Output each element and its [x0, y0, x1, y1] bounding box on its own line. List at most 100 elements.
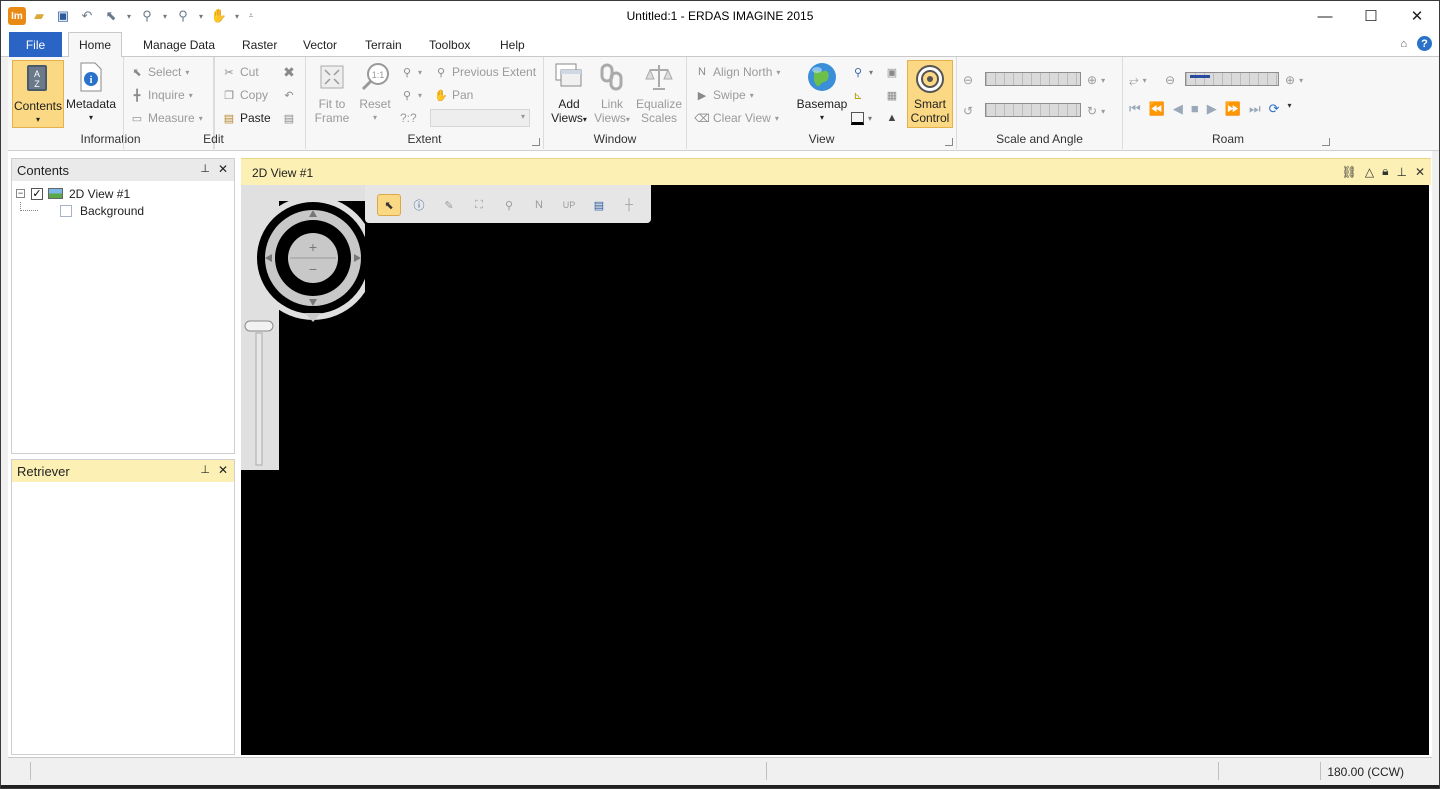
zoom-tool-button[interactable]: ⚲ ▾: [851, 62, 873, 82]
link-icon[interactable]: ⛓: [1342, 165, 1357, 179]
add-point-icon[interactable]: ┼: [617, 194, 641, 216]
contents-button[interactable]: AZ Contents ▾: [12, 60, 64, 128]
tab-terrain[interactable]: Terrain: [355, 32, 412, 57]
link-views-button[interactable]: Link Views▾: [592, 61, 632, 127]
group-label: Window: [593, 132, 637, 146]
magnifier-icon: ⚲: [853, 66, 863, 79]
grid-overlay-button[interactable]: ▦: [885, 85, 899, 105]
paste-button[interactable]: ▤ Paste: [222, 108, 271, 128]
collapse-icon[interactable]: −: [16, 189, 25, 198]
fit-frame-icon[interactable]: ⛶: [467, 194, 491, 216]
basemap-button[interactable]: Basemap ▾: [795, 61, 849, 125]
chevron-down-icon[interactable]: ▾: [1288, 101, 1292, 117]
close-icon[interactable]: ✕: [218, 162, 228, 176]
metadata-button[interactable]: i Metadata ▾: [66, 61, 116, 125]
north-up-icon[interactable]: N: [527, 194, 551, 216]
cut-button[interactable]: ✂ Cut: [222, 62, 258, 82]
previous-extent-label: Previous Extent: [452, 65, 537, 79]
canvas-toolbar: ⬉ ⓘ ✎ ⛶ ⚲ N UP ▤ ┼: [365, 185, 651, 223]
close-icon[interactable]: ✕: [218, 463, 228, 477]
add-views-button[interactable]: Add Views▾: [548, 61, 590, 127]
roam-speed-reset-icon[interactable]: ⊖: [1165, 70, 1175, 90]
clear-view-button[interactable]: ⌫ Clear View ▾: [694, 108, 779, 128]
pin-icon[interactable]: ⊥: [200, 463, 210, 476]
tab-toolbox[interactable]: Toolbox: [419, 32, 480, 57]
tab-manage-data[interactable]: Manage Data: [133, 32, 225, 57]
pan-button[interactable]: ✋ Pan: [434, 85, 473, 105]
skip-start-icon[interactable]: ⏮: [1129, 101, 1141, 117]
rotate-reset-icon[interactable]: ↺: [963, 101, 973, 121]
swipe-button[interactable]: ▶ Swipe ▾: [695, 85, 754, 105]
tree-item-2d-view[interactable]: − ✓ 2D View #1: [16, 185, 144, 202]
play-icon[interactable]: ▶: [1207, 101, 1217, 117]
contents-icon: AZ: [22, 63, 54, 95]
background-checkbox[interactable]: [60, 204, 72, 217]
background-color-button[interactable]: ▾: [851, 108, 872, 128]
zoom-icon[interactable]: ⚲: [497, 194, 521, 216]
angle-slider[interactable]: [985, 103, 1081, 117]
scale-options-icon[interactable]: ⊕ ▾: [1087, 70, 1105, 90]
rotate-options-icon[interactable]: ↻ ▾: [1087, 101, 1105, 121]
pin-icon[interactable]: ⊥: [1396, 165, 1406, 179]
copy-button[interactable]: ❐ Copy: [222, 85, 268, 105]
smart-control-label-2: Control: [910, 111, 950, 125]
delete-button[interactable]: ✖: [282, 62, 296, 82]
fit-to-frame-button[interactable]: Fit to Frame: [312, 61, 352, 125]
smart-control-button[interactable]: Smart Control: [907, 60, 953, 128]
view-checkbox[interactable]: ✓: [31, 187, 43, 200]
stop-icon[interactable]: ■: [1191, 101, 1199, 117]
help-icon[interactable]: ?: [1417, 36, 1432, 51]
up-orient-icon[interactable]: UP: [557, 194, 581, 216]
clipboard-icon: ▤: [283, 112, 295, 125]
minimize-button[interactable]: —: [1302, 0, 1348, 32]
scale-slider[interactable]: [985, 72, 1081, 86]
inquire-cursor-icon[interactable]: ✎: [437, 194, 461, 216]
map-canvas[interactable]: + − ⬉ ⓘ ✎ ⛶ ⚲ N UP ▤ ┼: [241, 185, 1429, 755]
measure-button[interactable]: ▭ Measure ▾: [130, 108, 203, 128]
maximize-button[interactable]: ☐: [1348, 0, 1394, 32]
equalize-scales-button[interactable]: Equalize Scales: [634, 61, 684, 125]
align-north-button[interactable]: N Align North ▾: [695, 62, 780, 82]
pin-icon[interactable]: ⊥: [200, 162, 210, 175]
zoom-out-button[interactable]: ⚲ ▾: [400, 85, 422, 105]
skip-end-icon[interactable]: ⏭: [1249, 101, 1261, 117]
tab-help[interactable]: Help: [490, 32, 535, 57]
minimize-ribbon-icon[interactable]: ⌂: [1400, 38, 1407, 50]
group-window: Add Views▾ Link Views▾ Equalize Scales W…: [544, 57, 687, 149]
undo-edit-button[interactable]: ↶: [282, 85, 296, 105]
roam-path-icon[interactable]: ⥂ ▾: [1129, 70, 1147, 90]
group-edit: ✂ Cut ❐ Copy ▤ Paste ✖ ↶ ▤ Edit: [203, 57, 306, 149]
tab-home[interactable]: Home: [68, 32, 123, 58]
select-arrow-icon[interactable]: ⬉: [377, 194, 401, 216]
zoom-in-button[interactable]: ⚲ ▾: [400, 62, 422, 82]
previous-extent-button[interactable]: ⚲ Previous Extent: [434, 62, 536, 82]
tree-item-background[interactable]: Background: [16, 202, 144, 219]
scale-combobox[interactable]: ▾: [430, 109, 530, 127]
close-icon[interactable]: ✕: [1415, 165, 1425, 179]
scale-bar-button[interactable]: ⊾: [851, 85, 865, 105]
loop-icon[interactable]: ⟳: [1269, 101, 1280, 117]
tab-file[interactable]: File: [9, 32, 62, 57]
warning-icon[interactable]: △: [1365, 165, 1374, 179]
step-back-icon[interactable]: ⏪: [1149, 101, 1165, 117]
tab-raster[interactable]: Raster: [232, 32, 287, 57]
delete-x-icon: ✖: [283, 63, 295, 80]
equalize-label-2: Scales: [640, 111, 678, 125]
info-overlay-button[interactable]: ▣: [885, 62, 899, 82]
lock-icon[interactable]: 🔒︎: [1382, 164, 1388, 179]
step-forward-icon[interactable]: ⏩: [1225, 101, 1241, 117]
scale-reset-icon[interactable]: ⊖: [963, 70, 973, 90]
play-reverse-icon[interactable]: ◀: [1173, 101, 1183, 117]
inquire-button[interactable]: ╋ Inquire ▾: [130, 85, 193, 105]
info-icon[interactable]: ⓘ: [407, 194, 431, 216]
select-button[interactable]: ⬉ Select ▾: [130, 62, 189, 82]
tab-vector[interactable]: Vector: [293, 32, 347, 57]
paste-special-button[interactable]: ▤: [282, 108, 296, 128]
view-title[interactable]: 2D View #1: [252, 166, 313, 180]
north-arrow-button[interactable]: ▲: [885, 108, 899, 128]
close-button[interactable]: ✕: [1394, 0, 1440, 32]
layer-arrange-icon[interactable]: ▤: [587, 194, 611, 216]
roam-speed-slider[interactable]: [1185, 72, 1279, 86]
roam-speed-options-icon[interactable]: ⊕ ▾: [1285, 70, 1303, 90]
reset-button[interactable]: 1:1 Reset ▾: [356, 61, 394, 125]
